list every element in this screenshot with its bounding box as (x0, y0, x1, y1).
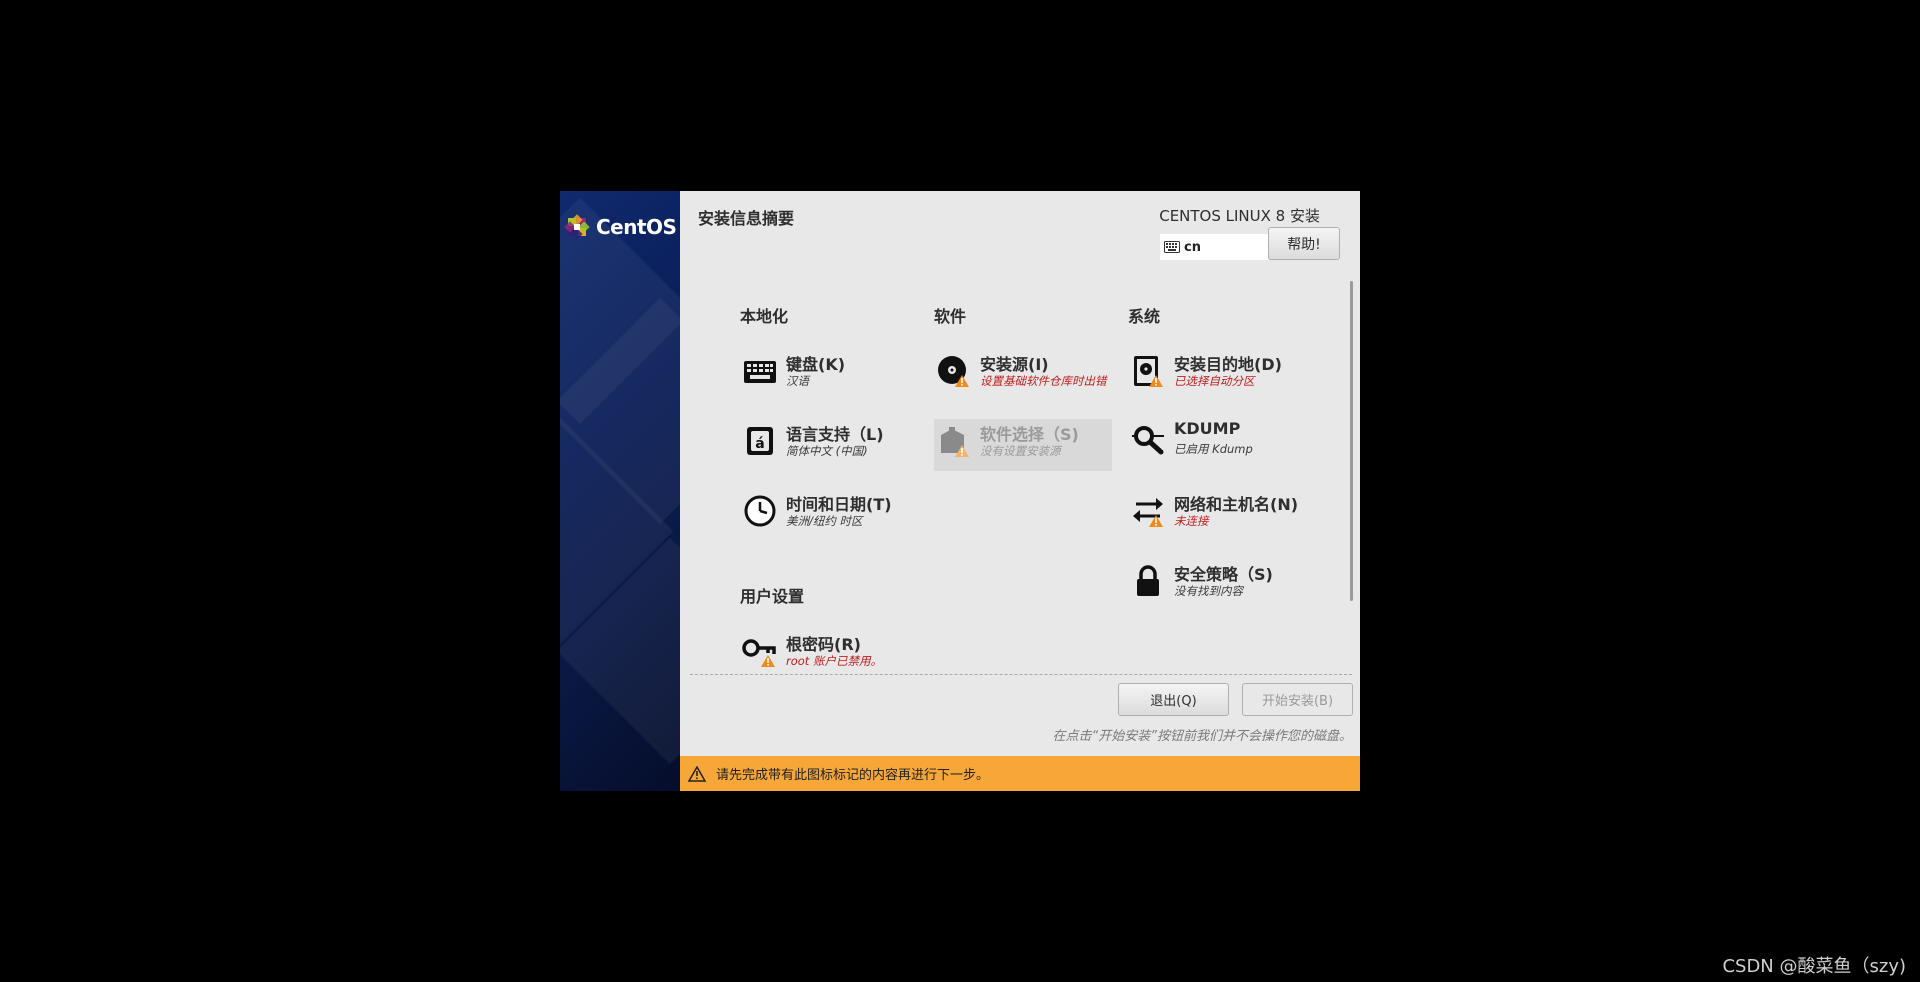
spoke-time-date[interactable]: 时间和日期(T) 美洲/纽约 时区 (742, 491, 922, 543)
magnifier-icon (1132, 426, 1164, 455)
harddisk-warning-icon (1134, 356, 1163, 387)
help-button[interactable]: 帮助! (1268, 227, 1340, 260)
product-title: CENTOS LINUX 8 安装 (1159, 207, 1320, 225)
spoke-keyboard[interactable]: 键盘(K) 汉语 (742, 351, 922, 403)
keyboard-small-icon (1164, 241, 1180, 253)
spoke-kdump-status: 已启用 Kdump (1174, 442, 1253, 456)
warning-icon (688, 765, 706, 782)
spoke-installation-destination[interactable]: 安装目的地(D) 已选择自动分区 (1130, 351, 1310, 403)
spoke-installation-destination-label: 安装目的地(D) (1174, 355, 1282, 374)
sidebar: CentOS (560, 191, 680, 791)
language-icon: á (747, 427, 773, 455)
page-title: 安装信息摘要 (698, 209, 795, 228)
lock-icon (1137, 565, 1159, 596)
network-warning-icon (1133, 498, 1163, 527)
svg-text:á: á (755, 436, 764, 452)
spoke-network-hostname-status: 未连接 (1174, 514, 1209, 528)
spoke-software-selection[interactable]: 软件选择（S) 没有设置安装源 (934, 419, 1112, 471)
spoke-language-label: 语言支持（L) (786, 425, 884, 444)
section-localization: 本地化 (740, 307, 789, 326)
spoke-keyboard-label: 键盘(K) (786, 355, 846, 374)
main-panel: 安装信息摘要 CENTOS LINUX 8 安装 cn 帮助! 本地化 软件 系… (680, 191, 1360, 791)
centos-logo-icon (564, 214, 590, 240)
package-warning-icon (941, 427, 969, 457)
spoke-software-selection-label: 软件选择（S) (980, 425, 1079, 444)
section-system: 系统 (1128, 307, 1161, 326)
watermark: CSDN @酸菜鱼（szy) (1722, 956, 1906, 977)
begin-installation-button[interactable]: 开始安装(B) (1242, 683, 1353, 716)
spoke-language[interactable]: á 语言支持（L) 简体中文 (中国) (742, 421, 922, 473)
spoke-kdump[interactable]: KDUMP 已启用 Kdump (1130, 419, 1310, 471)
spoke-installation-source[interactable]: 安装源(I) 设置基础软件仓库时出错 (936, 351, 1116, 403)
section-software: 软件 (934, 307, 967, 326)
spoke-language-status: 简体中文 (中国) (786, 444, 868, 458)
quit-button[interactable]: 退出(Q) (1118, 683, 1229, 716)
logo-text: CentOS (596, 215, 677, 239)
spoke-kdump-label: KDUMP (1174, 419, 1241, 438)
spoke-security-policy-label: 安全策略（S) (1174, 565, 1273, 584)
warning-bar-text: 请先完成带有此图标标记的内容再进行下一步。 (716, 768, 990, 783)
spoke-root-password-status: root 账户已禁用。 (786, 654, 882, 668)
spoke-installation-source-status: 设置基础软件仓库时出错 (980, 374, 1107, 388)
clock-icon (744, 495, 776, 527)
keyboard-layout-indicator[interactable]: cn (1160, 234, 1268, 260)
spoke-software-selection-status: 没有设置安装源 (980, 444, 1061, 458)
spoke-root-password[interactable]: 根密码(R) root 账户已禁用。 (742, 631, 922, 683)
spoke-installation-source-label: 安装源(I) (980, 355, 1049, 374)
spoke-security-policy[interactable]: 安全策略（S) 没有找到内容 (1130, 561, 1310, 613)
spoke-keyboard-status: 汉语 (786, 374, 809, 388)
spoke-security-policy-status: 没有找到内容 (1174, 584, 1243, 598)
section-user-settings: 用户设置 (740, 587, 805, 606)
divider (690, 674, 1352, 675)
spoke-installation-destination-status: 已选择自动分区 (1174, 374, 1255, 388)
disc-warning-icon (938, 356, 969, 387)
key-warning-icon (742, 639, 776, 667)
spoke-time-date-status: 美洲/纽约 时区 (786, 514, 863, 528)
spoke-root-password-label: 根密码(R) (786, 635, 861, 654)
installer-window: CentOS 安装信息摘要 CENTOS LINUX 8 安装 cn 帮助! 本… (560, 191, 1360, 791)
warning-bar: 请先完成带有此图标标记的内容再进行下一步。 (680, 756, 1360, 791)
scrollbar[interactable] (1350, 281, 1353, 601)
keyboard-layout-text: cn (1184, 239, 1201, 255)
spoke-time-date-label: 时间和日期(T) (786, 495, 892, 514)
keyboard-icon (744, 361, 776, 383)
disk-note: 在点击“开始安装”按钮前我们并不会操作您的磁盘。 (1052, 729, 1352, 744)
spoke-network-hostname[interactable]: 网络和主机名(N) 未连接 (1130, 491, 1310, 543)
spoke-network-hostname-label: 网络和主机名(N) (1174, 495, 1299, 514)
centos-logo: CentOS (562, 207, 680, 247)
